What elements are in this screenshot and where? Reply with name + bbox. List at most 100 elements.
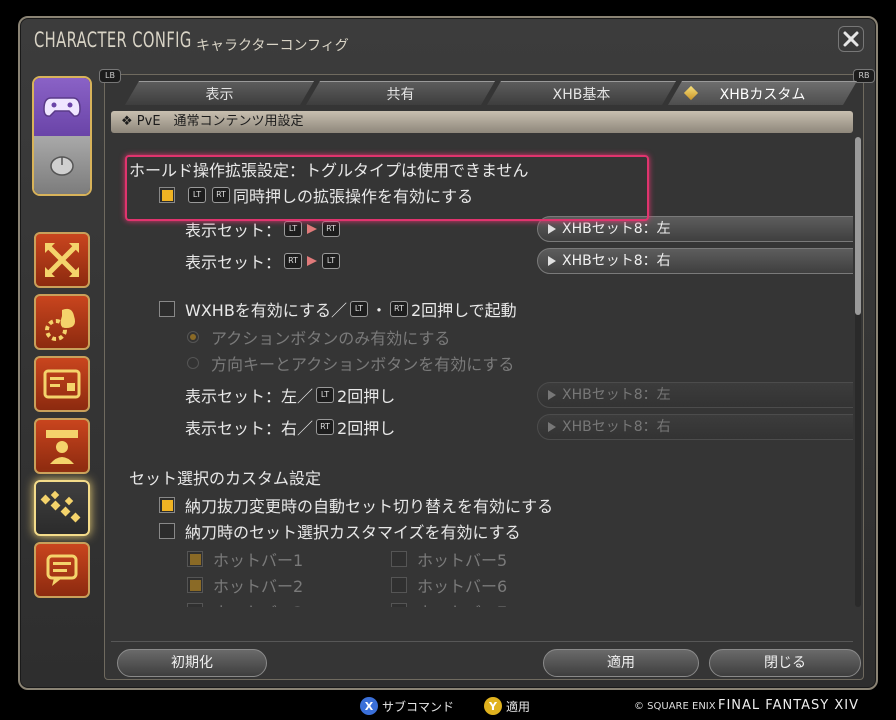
apply-button[interactable]: 適用 (543, 649, 699, 677)
rail-hotbar-active[interactable] (34, 480, 90, 536)
close-icon (843, 31, 859, 47)
wxhb-radio1-row[interactable]: アクションボタンのみ有効にする (187, 325, 450, 349)
tab-xhb-basic[interactable]: XHB基本 (487, 81, 676, 105)
wxhb-set-right-text: 表示セット：右／ (185, 419, 314, 438)
wxhb-radio1-label: アクションボタンのみ有効にする (211, 329, 451, 348)
hold-set2-select[interactable]: XHBセット8：右 (537, 248, 853, 274)
hotbar1-row[interactable]: ホットバー1 (187, 547, 303, 571)
section-header: ❖ PvE 通常コンテンツ用設定 (111, 111, 853, 133)
auto-switch-row[interactable]: 納刀抜刀変更時の自動セット切り替えを有効にする (159, 493, 553, 517)
wxhb-set-left-value: XHBセット8：左 (562, 387, 671, 403)
tab-display[interactable]: 表示 (125, 81, 314, 105)
game-logo: FINAL FANTASY XIV (718, 698, 859, 713)
wxhb-set-left-label: 表示セット：左／ LT 2回押し (185, 383, 395, 407)
wxhb-radio2-row[interactable]: 方向キーとアクションボタンを有効にする (187, 351, 514, 375)
custom-heading-text: セット選択のカスタム設定 (129, 469, 322, 488)
hotbar5-row[interactable]: ホットバー5 (391, 547, 507, 571)
wxhb-set-left-select[interactable]: XHBセット8：左 (537, 382, 853, 408)
wxhb-checkbox[interactable] (159, 301, 175, 317)
arrow-right-icon (307, 256, 318, 266)
rail-controls[interactable] (34, 232, 90, 288)
rt-key-icon: RT (212, 187, 230, 203)
arrows-icon (45, 243, 79, 277)
rail-chat[interactable] (34, 542, 90, 598)
wxhb-set-left-text: 表示セット：左／ (185, 387, 314, 406)
hotbar1-checkbox[interactable] (187, 551, 203, 567)
customize-label: 納刀時のセット選択カスタマイズを有効にする (185, 523, 521, 542)
hotbar2-checkbox[interactable] (187, 577, 203, 593)
lt-key-icon: LT (322, 253, 341, 269)
hotbar3-row[interactable]: ホットバー3 (187, 599, 303, 607)
x-button-icon: X (360, 697, 378, 715)
wxhb-set-right-suffix: 2回押し (337, 419, 396, 438)
auto-switch-label: 納刀抜刀変更時の自動セット切り替えを有効にする (185, 497, 554, 516)
gamepad-mode[interactable] (34, 78, 90, 136)
tab-display-label: 表示 (205, 86, 234, 103)
title-bar: CHARACTER CONFIG キャラクターコンフィグ (20, 18, 876, 64)
wxhb-label-c: 2回押しで起動 (410, 301, 517, 320)
mouse-icon (50, 156, 74, 176)
x-hint-label: サブコマンド (382, 699, 455, 714)
wxhb-radio2[interactable] (187, 357, 199, 369)
hotbar7-row[interactable]: ホットバー7 (391, 599, 507, 607)
hold-set1-value: XHBセット8：左 (562, 221, 671, 237)
wxhb-set-right-select[interactable]: XHBセット8：右 (537, 414, 853, 440)
lt-key-icon: LT (316, 387, 335, 403)
hotbar3-checkbox[interactable] (187, 603, 203, 607)
rb-indicator: RB (853, 69, 875, 83)
quill-icon (684, 86, 698, 100)
tab-xhb-custom[interactable]: XHBカスタム (668, 81, 857, 105)
hotbar6-label: ホットバー6 (417, 577, 508, 596)
rail-character[interactable] (34, 418, 90, 474)
tab-xhb-custom-label: XHBカスタム (719, 86, 806, 103)
mouse-mode[interactable] (34, 136, 90, 194)
hotbar2-row[interactable]: ホットバー2 (187, 573, 303, 597)
hold-set1-label: 表示セット： LT RT (185, 217, 343, 241)
gamepad-icon (43, 97, 81, 117)
hold-checkbox-row[interactable]: LT RT 同時押しの拡張操作を有効にする (159, 183, 473, 207)
wxhb-checkbox-row[interactable]: WXHBを有効にする／ LT ・ RT 2回押しで起動 (159, 297, 517, 321)
settings-scrollbar[interactable] (855, 137, 861, 607)
hotbar6-checkbox[interactable] (391, 577, 407, 593)
play-icon (548, 422, 556, 432)
scroll-thumb[interactable] (855, 137, 861, 315)
rail-card[interactable] (34, 356, 90, 412)
tab-shared[interactable]: 共有 (306, 81, 495, 105)
hold-checkbox-label: 同時押しの拡張操作を有効にする (233, 187, 474, 206)
hotbar6-row[interactable]: ホットバー6 (391, 573, 507, 597)
hold-set1-select[interactable]: XHBセット8：左 (537, 216, 853, 242)
hold-checkbox[interactable] (159, 187, 175, 203)
hold-set1-text: 表示セット： (185, 221, 282, 240)
hotbar7-checkbox[interactable] (391, 603, 407, 607)
input-mode-toggle[interactable] (32, 76, 92, 196)
footer-bar: X サブコマンド Y 適用 © SQUARE ENIX FINAL FANTAS… (0, 694, 896, 720)
hold-set2-label: 表示セット： RT LT (185, 249, 343, 273)
lt-key-icon: LT (188, 187, 206, 203)
close-button[interactable]: 閉じる (709, 649, 861, 677)
hold-heading: ホールド操作拡張設定：トグルタイプは使用できません (129, 157, 529, 181)
character-config-window: CHARACTER CONFIG キャラクターコンフィグ LB RB 表示 共有… (18, 16, 878, 690)
x-hint: X サブコマンド (360, 697, 454, 715)
rt-key-icon: RT (284, 253, 303, 269)
reset-button[interactable]: 初期化 (117, 649, 267, 677)
lb-indicator: LB (99, 69, 121, 83)
customize-checkbox[interactable] (159, 523, 175, 539)
crossbar-icon (40, 490, 81, 523)
play-icon (548, 224, 556, 234)
customize-row[interactable]: 納刀時のセット選択カスタマイズを有効にする (159, 519, 521, 543)
tab-xhb-basic-label: XHB基本 (552, 86, 611, 103)
rail-items[interactable] (34, 294, 90, 350)
close-window-button[interactable] (838, 26, 864, 52)
lt-key-icon: LT (284, 221, 303, 237)
wxhb-radio1[interactable] (187, 331, 199, 343)
hold-set2-value: XHBセット8：右 (562, 253, 671, 269)
character-icon (46, 430, 78, 464)
hold-heading-text: ホールド操作拡張設定：トグルタイプは使用できません (129, 161, 529, 180)
auto-switch-checkbox[interactable] (159, 497, 175, 513)
wxhb-set-right-label: 表示セット：右／ RT 2回押し (185, 415, 395, 439)
hotbar3-label: ホットバー3 (213, 599, 303, 607)
hotbar5-checkbox[interactable] (391, 551, 407, 567)
wxhb-label-a: WXHBを有効にする／ (185, 301, 347, 320)
y-button-icon: Y (484, 697, 502, 715)
window-subtitle: キャラクターコンフィグ (196, 38, 349, 54)
